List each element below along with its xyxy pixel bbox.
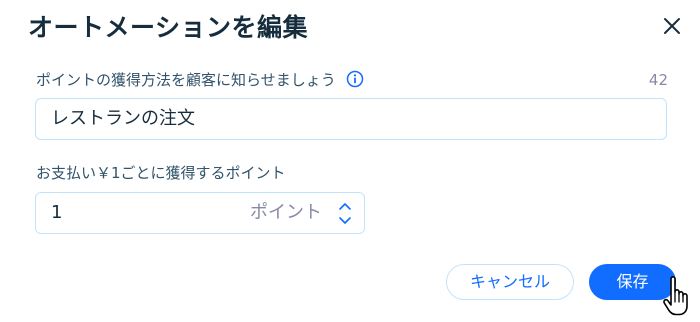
cancel-button[interactable]: キャンセル [446, 264, 574, 300]
message-input[interactable]: レストランの注文 [35, 98, 667, 140]
dialog-title: オートメーションを編集 [28, 13, 309, 42]
save-button[interactable]: 保存 [589, 264, 676, 300]
close-button[interactable] [660, 14, 684, 38]
message-field-label-row: ポイントの獲得方法を顧客に知らせましょう [36, 70, 364, 90]
points-field-label: お支払い￥1ごとに獲得するポイント [36, 164, 286, 182]
character-count: 42 [648, 71, 668, 89]
close-icon [664, 18, 680, 34]
edit-automation-dialog: オートメーションを編集 ポイントの獲得方法を顧客に知らせましょう 42 レストラ… [0, 0, 700, 322]
stepper-arrows [338, 201, 352, 227]
points-stepper[interactable]: 1 ポイント [35, 192, 365, 234]
info-icon[interactable] [346, 70, 364, 88]
message-field-label: ポイントの獲得方法を顧客に知らせましょう [36, 71, 336, 89]
points-value[interactable]: 1 [51, 193, 62, 233]
chevron-down-icon[interactable] [338, 216, 352, 226]
points-suffix: ポイント [250, 202, 322, 223]
chevron-up-icon[interactable] [338, 201, 352, 211]
